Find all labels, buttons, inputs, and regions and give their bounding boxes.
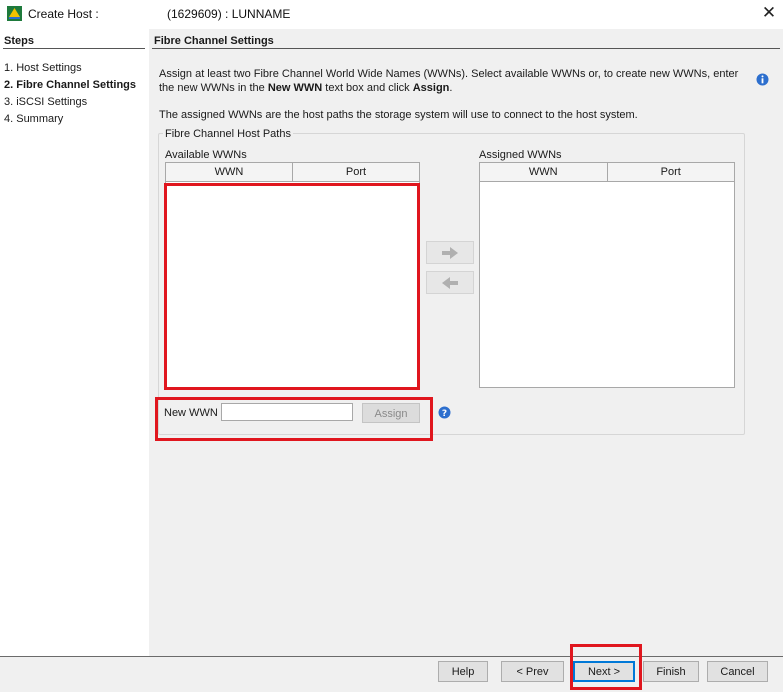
svg-text:?: ? xyxy=(442,409,447,419)
available-col-wwn[interactable]: WWN xyxy=(166,163,292,181)
close-icon[interactable]: ✕ xyxy=(758,3,780,23)
help-icon[interactable]: ? xyxy=(438,406,451,419)
assigned-col-wwn[interactable]: WWN xyxy=(480,163,607,181)
app-logo-icon xyxy=(7,6,22,21)
section-divider xyxy=(152,48,780,49)
section-title: Fibre Channel Settings xyxy=(154,35,274,47)
available-wwns-label: Available WWNs xyxy=(165,149,247,161)
assigned-wwns-table[interactable]: WWN Port xyxy=(479,162,735,388)
next-button[interactable]: Next > xyxy=(573,661,635,682)
group-title: Fibre Channel Host Paths xyxy=(163,128,293,140)
help-button[interactable]: Help xyxy=(438,661,488,682)
step-fibre-channel-settings[interactable]: 2. Fibre Channel Settings xyxy=(4,79,136,91)
window-subtitle: (1629609) : LUNNAME xyxy=(167,7,291,21)
cancel-button[interactable]: Cancel xyxy=(707,661,768,682)
intro-text-line1: Assign at least two Fibre Channel World … xyxy=(159,68,739,80)
info-icon xyxy=(756,73,769,86)
new-wwn-label: New WWN xyxy=(164,407,218,419)
host-paths-description: The assigned WWNs are the host paths the… xyxy=(159,109,638,121)
prev-button[interactable]: < Prev xyxy=(501,661,564,682)
title-bar: Create Host : (1629609) : LUNNAME ✕ xyxy=(0,0,783,28)
assigned-col-port[interactable]: Port xyxy=(606,163,735,181)
arrow-left-icon xyxy=(442,276,458,289)
steps-heading: Steps xyxy=(4,35,34,47)
assigned-wwns-header: WWN Port xyxy=(480,163,734,182)
new-wwn-input[interactable] xyxy=(221,403,353,421)
intro-text-line2: the new WWNs in the New WWN text box and… xyxy=(159,82,453,94)
assign-right-button[interactable] xyxy=(426,241,474,264)
arrow-right-icon xyxy=(442,246,458,259)
step-summary[interactable]: 4. Summary xyxy=(4,113,63,125)
available-wwns-header: WWN Port xyxy=(166,163,419,182)
window-title: Create Host : xyxy=(28,7,99,21)
unassign-left-button[interactable] xyxy=(426,271,474,294)
assigned-wwns-label: Assigned WWNs xyxy=(479,149,562,161)
steps-divider xyxy=(3,48,145,49)
step-iscsi-settings[interactable]: 3. iSCSI Settings xyxy=(4,96,87,108)
step-host-settings[interactable]: 1. Host Settings xyxy=(4,62,82,74)
available-col-port[interactable]: Port xyxy=(292,163,419,181)
available-wwns-table[interactable]: WWN Port xyxy=(165,162,420,389)
finish-button[interactable]: Finish xyxy=(643,661,699,682)
assign-button[interactable]: Assign xyxy=(362,403,420,423)
